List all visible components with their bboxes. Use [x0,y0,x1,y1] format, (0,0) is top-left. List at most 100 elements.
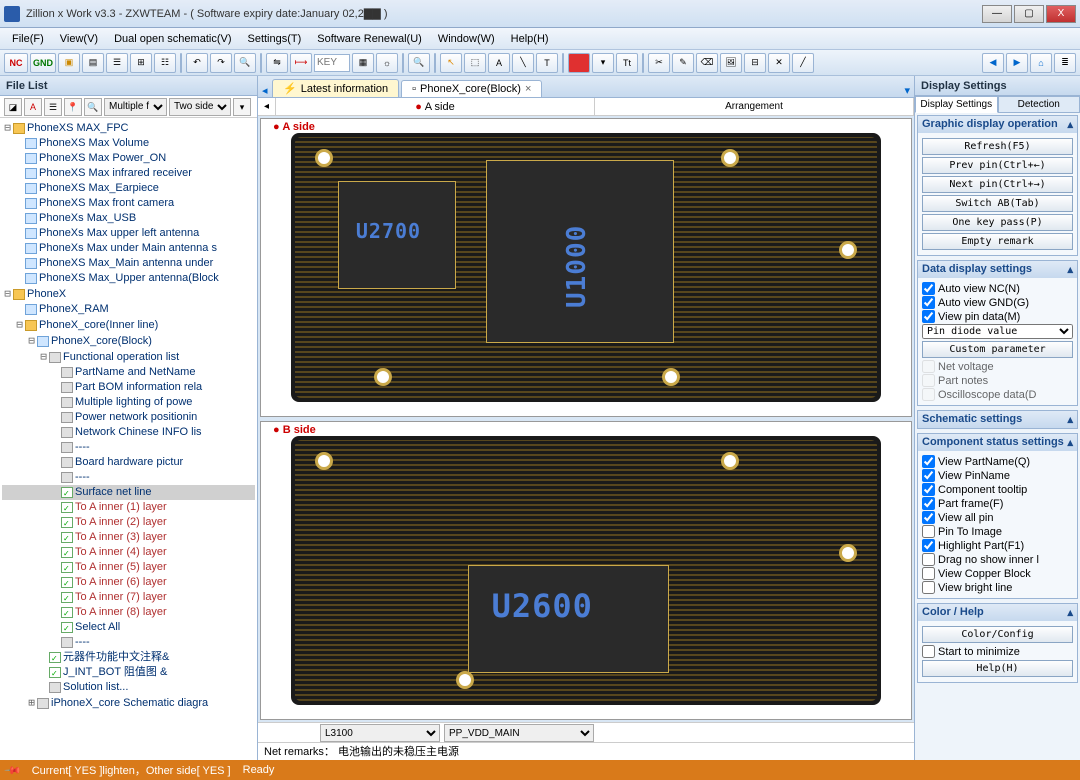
home-icon[interactable]: ⌂ [1030,53,1052,73]
a-icon[interactable]: A [24,98,42,116]
tab-scroll-left[interactable]: ◂ [262,84,270,97]
tool-icon[interactable]: ▤ [82,53,104,73]
graphic-op-button[interactable]: Next pin(Ctrl+→) [922,176,1073,193]
board-view-a[interactable]: ● A side U2700 U1000 [260,118,912,417]
graphic-op-button[interactable]: One key pass(P) [922,214,1073,231]
tab-latest-info[interactable]: ⚡ Latest information [272,79,399,97]
tree-node[interactable]: Power network positionin [2,410,255,425]
tool-icon[interactable]: ☼ [376,53,398,73]
component-status-checkbox[interactable] [922,469,935,482]
maximize-button[interactable]: ▢ [1014,5,1044,23]
text-tt-icon[interactable]: Tt [616,53,638,73]
rotate-right-icon[interactable]: ↷ [210,53,232,73]
tool-icon[interactable]: ✎ [672,53,694,73]
zoom-in-icon[interactable]: 🔍 [408,53,430,73]
dropdown-icon[interactable]: ▾ [592,53,614,73]
menu-item[interactable]: File(F) [4,31,52,47]
tab-detection[interactable]: Detection [998,96,1080,113]
tree-node[interactable]: Multiple lighting of powe [2,395,255,410]
tree-node[interactable]: Network Chinese INFO lis [2,425,255,440]
data-display-checkbox[interactable] [922,282,935,295]
tree-node[interactable]: Solution list... [2,680,255,695]
collapse-icon[interactable]: ▴ [1067,606,1073,619]
pin-icon[interactable]: 📍 [64,98,82,116]
tree-node[interactable]: PhoneXs Max upper left antenna [2,226,255,241]
tree-node[interactable]: PhoneXS Max front camera [2,196,255,211]
tool-icon[interactable]: ☰ [106,53,128,73]
key-input[interactable] [314,54,350,72]
tree-node[interactable]: To A inner (8) layer [2,605,255,620]
graphic-op-button[interactable]: Refresh(F5) [922,138,1073,155]
filter-icon[interactable]: ◪ [4,98,22,116]
nc-button[interactable]: NC [4,53,28,73]
tool-icon[interactable]: ☷ [154,53,176,73]
tool-icon[interactable]: ╱ [792,53,814,73]
tree-node[interactable]: J_INT_BOT 阻值图 & [2,665,255,680]
component-status-checkbox[interactable] [922,455,935,468]
collapse-icon[interactable]: ▴ [1067,413,1073,426]
tab-dropdown-icon[interactable]: ▾ [904,84,910,97]
tree-node[interactable]: PhoneXs Max_USB [2,211,255,226]
tree-node[interactable]: To A inner (7) layer [2,590,255,605]
tree-node[interactable]: Surface net line [2,485,255,500]
close-button[interactable]: X [1046,5,1076,23]
rotate-left-icon[interactable]: ↶ [186,53,208,73]
tree-node[interactable]: ⊟PhoneXS MAX_FPC [2,120,255,136]
tool-icon[interactable]: ✕ [768,53,790,73]
tree-node[interactable]: PhoneXS Max Volume [2,136,255,151]
tool-icon[interactable]: ⊞ [130,53,152,73]
tree-node[interactable]: To A inner (4) layer [2,545,255,560]
select-icon[interactable]: ⬚ [464,53,486,73]
data-display-checkbox[interactable] [922,296,935,309]
collapse-icon[interactable]: ▴ [1067,263,1073,276]
menu-item[interactable]: Settings(T) [239,31,309,47]
back-icon[interactable]: ◀ [982,53,1004,73]
close-icon[interactable]: × [525,83,531,95]
tree-node[interactable]: ---- [2,470,255,485]
layers-icon[interactable]: ≣ [1054,53,1076,73]
list-icon[interactable]: ☰ [44,98,62,116]
flip-h-icon[interactable]: ⇋ [266,53,288,73]
menu-item[interactable]: Help(H) [503,31,557,47]
tree-node[interactable]: ---- [2,440,255,455]
net-select[interactable]: PP_VDD_MAIN [444,724,594,742]
tree-node[interactable]: To A inner (3) layer [2,530,255,545]
tree-node[interactable]: PhoneXS Max_Earpiece [2,181,255,196]
gnd-button[interactable]: GND [30,53,56,73]
a-side-header[interactable]: ● A side [276,98,595,115]
pin-data-select[interactable]: Pin diode value [922,324,1073,339]
collapse-icon[interactable]: ▴ [1067,118,1073,131]
menu-item[interactable]: Window(W) [430,31,503,47]
tree-node[interactable]: PhoneXs Max under Main antenna s [2,241,255,256]
tree-node[interactable]: ⊞iPhoneX_core Schematic diagra [2,695,255,711]
tool-icon[interactable]: 🖼 [720,53,742,73]
minimize-button[interactable]: — [982,5,1012,23]
tree-node[interactable]: ⊟PhoneX [2,286,255,302]
tree-node[interactable]: 元器件功能中文注释& [2,650,255,665]
component-select[interactable]: L3100 [320,724,440,742]
text-t-icon[interactable]: T [536,53,558,73]
search-icon[interactable]: 🔍 [234,53,256,73]
tree-node[interactable]: ⊟PhoneX_core(Inner line) [2,317,255,333]
board-view-b[interactable]: ● B side U2600 [260,421,912,720]
file-tree[interactable]: ⊟PhoneXS MAX_FPCPhoneXS Max Volume PhoneX… [0,118,257,760]
start-minimize-checkbox[interactable] [922,645,935,658]
component-status-checkbox[interactable] [922,483,935,496]
tool-icon[interactable]: ⌫ [696,53,718,73]
custom-parameter-button[interactable]: Custom parameter [922,341,1073,358]
arrangement-header[interactable]: Arrangement [595,98,914,115]
component-status-checkbox[interactable] [922,525,935,538]
measure-icon[interactable]: ⟼ [290,53,312,73]
tree-node[interactable]: To A inner (5) layer [2,560,255,575]
tree-node[interactable]: PartName and NetName [2,365,255,380]
tree-node[interactable]: PhoneXS Max infrared receiver [2,166,255,181]
multi-select[interactable]: Multiple f [104,98,167,116]
tree-node[interactable]: ⊟PhoneX_core(Block) [2,333,255,349]
menu-item[interactable]: Software Renewal(U) [309,31,430,47]
component-status-checkbox[interactable] [922,511,935,524]
tree-node[interactable]: PhoneX_RAM [2,302,255,317]
graphic-op-button[interactable]: Switch AB(Tab) [922,195,1073,212]
tree-node[interactable]: PhoneXS Max_Upper antenna(Block [2,271,255,286]
text-a-icon[interactable]: A [488,53,510,73]
component-status-checkbox[interactable] [922,553,935,566]
